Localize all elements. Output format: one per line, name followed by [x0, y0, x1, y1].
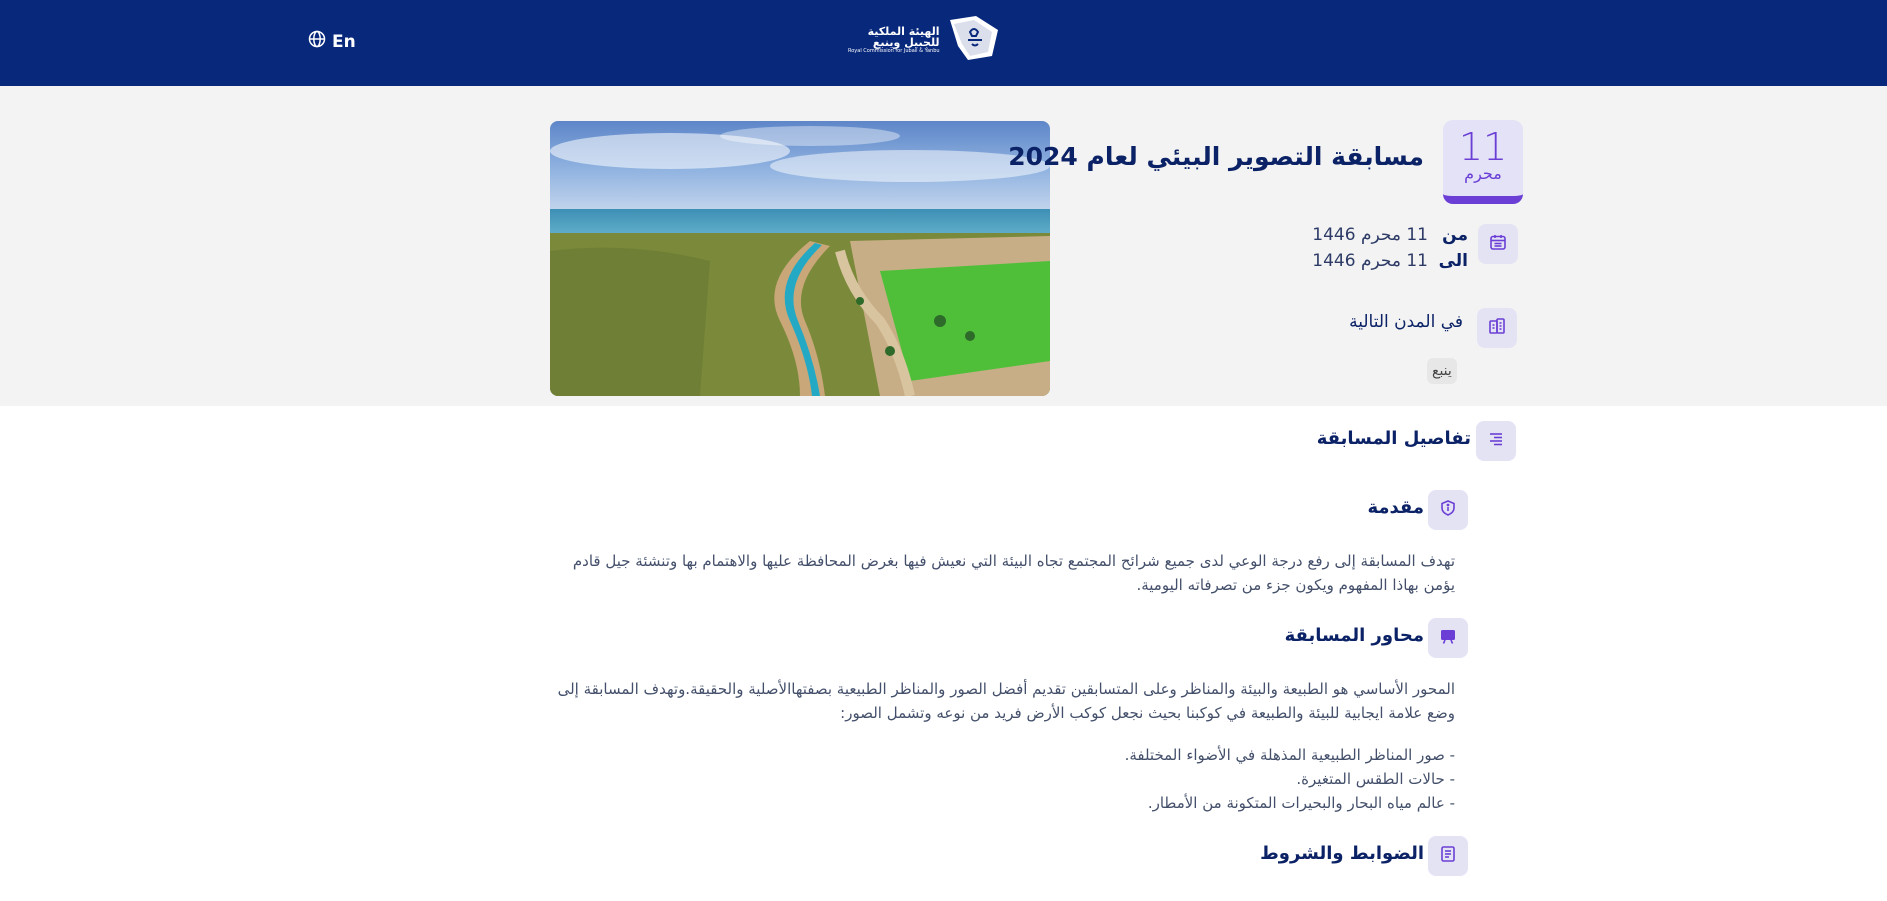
intro-icon-box	[1428, 490, 1468, 530]
shield-info-icon	[1439, 499, 1457, 521]
document-list-icon	[1439, 845, 1457, 867]
date-month: محرم	[1464, 164, 1502, 183]
language-label: En	[332, 31, 356, 52]
top-header: En الهيئة الملكية للجبيل وينبع Royal Com…	[0, 0, 1887, 86]
intro-title: مقدمة	[1367, 497, 1424, 518]
logo-emblem-icon	[946, 16, 1002, 64]
city-icon-box	[1477, 308, 1517, 348]
details-title: تفاصيل المسابقة	[1316, 428, 1471, 449]
buildings-icon	[1488, 317, 1506, 339]
list-item: - صور المناظر الطبيعية المذهلة في الأضوا…	[1124, 746, 1455, 764]
logo-line3: Royal Commission for Jubail & Yanbu	[848, 47, 940, 54]
event-title: مسابقة التصوير البيئي لعام 2024	[1008, 142, 1424, 171]
from-label: من	[1442, 225, 1468, 245]
calendar-icon-box	[1478, 224, 1518, 264]
to-label: الى	[1438, 251, 1468, 271]
rules-icon-box	[1428, 836, 1468, 876]
text-align-icon	[1487, 430, 1505, 452]
axes-bullet-list: - صور المناظر الطبيعية المذهلة في الأضوا…	[800, 743, 1455, 815]
date-badge: 11 محرم	[1443, 120, 1523, 204]
axes-icon-box	[1428, 618, 1468, 658]
cities-label: في المدن التالية	[1349, 312, 1463, 332]
from-value: 11 محرم 1446	[1312, 225, 1428, 245]
calendar-icon	[1489, 233, 1507, 255]
axes-text: المحور الأساسي هو الطبيعة والبيئة والمنا…	[557, 680, 1455, 722]
language-switch[interactable]: En	[308, 30, 356, 53]
presentation-board-icon	[1439, 627, 1457, 649]
date-day: 11	[1458, 125, 1508, 169]
details-icon-box	[1476, 421, 1516, 461]
globe-icon	[308, 30, 326, 53]
date-from-row: من 11 محرم 1446	[1312, 222, 1468, 248]
rules-title: الضوابط والشروط	[1260, 843, 1424, 864]
list-item: - عالم مياه البحار والبحيرات المتكونة من…	[1147, 794, 1455, 812]
city-chip[interactable]: ينبع	[1427, 358, 1457, 384]
logo-text: الهيئة الملكية للجبيل وينبع Royal Commis…	[848, 26, 940, 54]
event-hero: 11 محرم مسابقة التصوير البيئي لعام 2024 …	[0, 86, 1887, 406]
to-value: 11 محرم 1446	[1312, 251, 1428, 271]
list-item: - حالات الطقس المتغيرة.	[1296, 770, 1455, 788]
event-dates: من 11 محرم 1446 الى 11 محرم 1446	[1312, 222, 1468, 274]
rcjy-logo[interactable]: الهيئة الملكية للجبيل وينبع Royal Commis…	[848, 16, 1002, 64]
axes-title: محاور المسابقة	[1284, 625, 1424, 646]
intro-text: تهدف المسابقة إلى رفع درجة الوعي لدى جمي…	[572, 552, 1455, 594]
event-image	[550, 121, 1050, 396]
date-to-row: الى 11 محرم 1446	[1312, 248, 1468, 274]
